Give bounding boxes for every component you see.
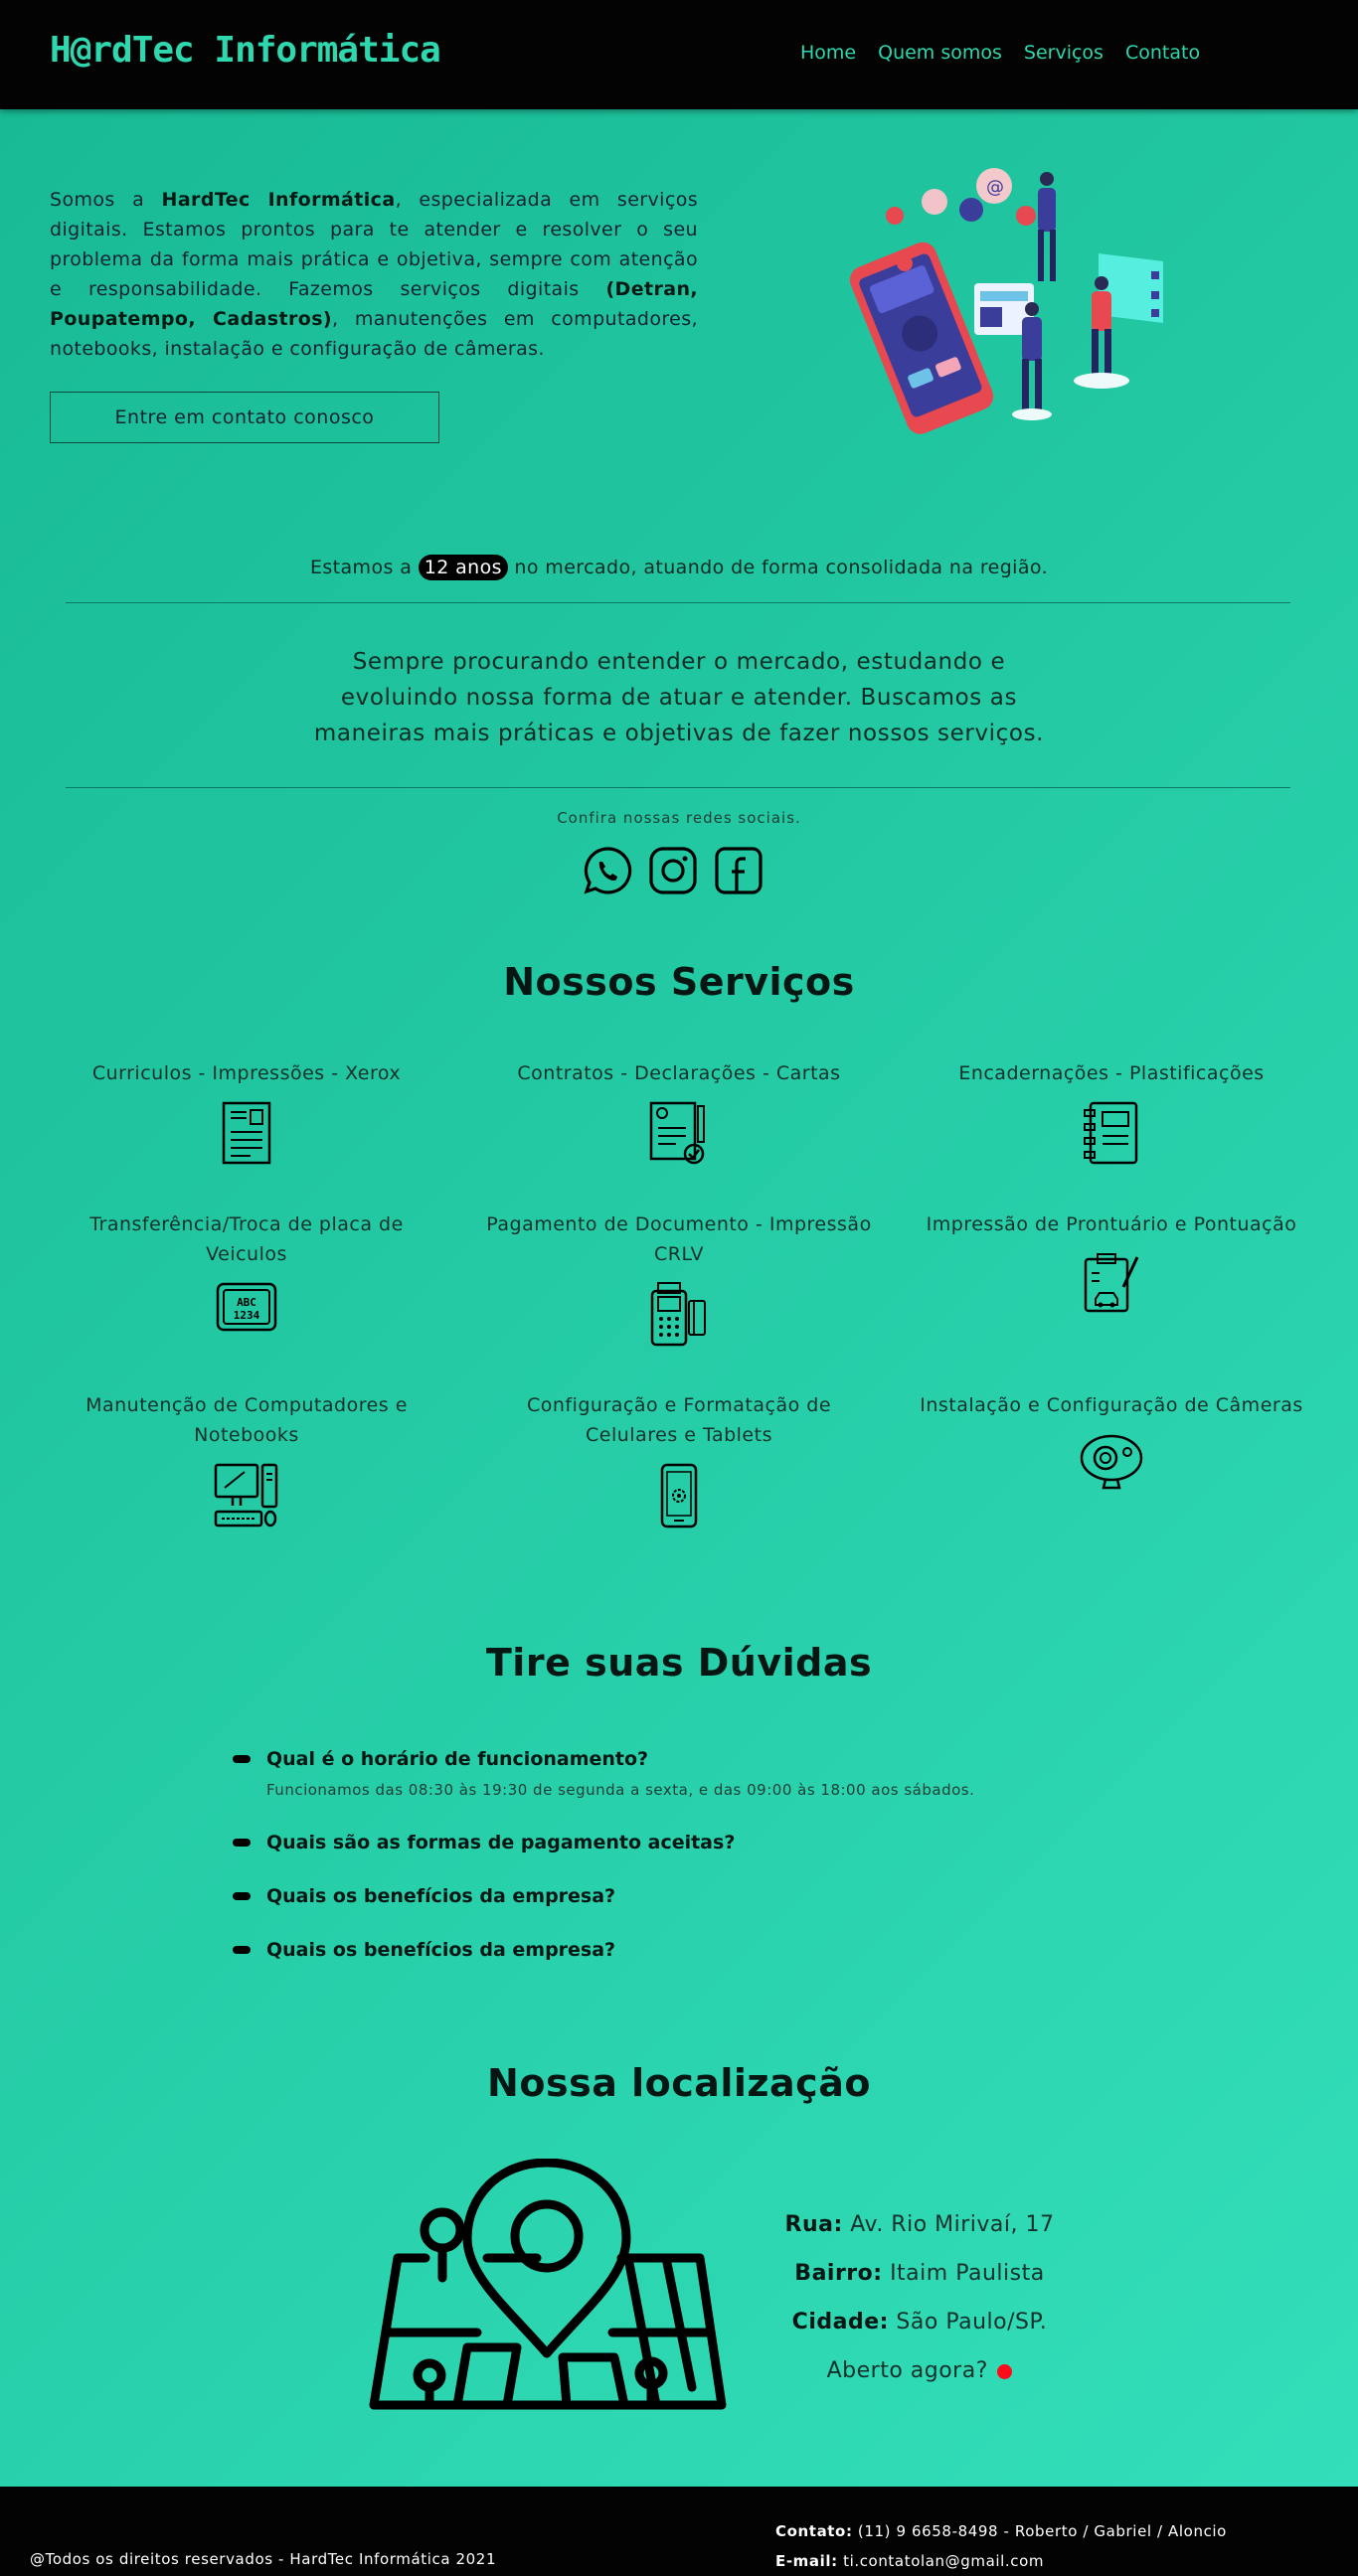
expand-icon	[233, 1839, 251, 1847]
license-plate-icon: ABC 1234	[216, 1282, 277, 1332]
faq-item[interactable]: Qual é o horário de funcionamento?	[233, 1748, 648, 1770]
service-label: Pagamento de Documento - Impressão CRLV	[486, 1213, 872, 1265]
street-label: Rua:	[784, 2212, 843, 2237]
service-label: Manutenção de Computadores e Notebooks	[85, 1394, 408, 1446]
service-item: Encadernações - Plastificações	[913, 1058, 1310, 1166]
notebook-icon	[1084, 1101, 1138, 1165]
city-value: São Paulo/SP.	[888, 2310, 1048, 2334]
service-label: Impressão de Prontuário e Pontuação	[926, 1213, 1297, 1235]
contract-icon	[649, 1101, 705, 1165]
intro-brand: HardTec Informática	[161, 189, 396, 211]
address-district: Bairro: Itaim Paulista	[756, 2261, 1084, 2286]
service-label: Encadernações - Plastificações	[958, 1062, 1265, 1084]
svg-text:ABC: ABC	[237, 1296, 256, 1309]
service-label: Configuração e Formatação de Celulares e…	[526, 1394, 832, 1446]
computer-icon	[214, 1463, 278, 1528]
service-item: Contratos - Declarações - Cartas	[480, 1058, 878, 1166]
location-title: Nossa localização	[487, 2061, 871, 2105]
divider	[66, 602, 1290, 603]
open-status-text: Aberto agora?	[826, 2358, 988, 2383]
mission-statement: Sempre procurando entender o mercado, es…	[313, 649, 1045, 746]
service-item: Impressão de Prontuário e Pontuação	[913, 1209, 1310, 1313]
faq-question: Qual é o horário de funcionamento?	[266, 1748, 649, 1770]
open-status-indicator	[997, 2363, 1013, 2379]
faq-answer: Funcionamos das 08:30 às 19:30 de segund…	[266, 1781, 975, 1799]
faq-question: Quais os benefícios da empresa?	[266, 1885, 616, 1907]
social-label: Confira nossas redes sociais.	[557, 809, 801, 827]
faq-question: Quais são as formas de pagamento aceitas…	[266, 1832, 736, 1853]
svg-text:1234: 1234	[234, 1309, 260, 1322]
expand-icon	[233, 1892, 251, 1900]
phone-value: (11) 9 6658-8498 - Roberto / Gabriel / A…	[852, 2522, 1227, 2540]
service-item: Configuração e Formatação de Celulares e…	[480, 1390, 878, 1530]
open-status: Aberto agora?	[756, 2358, 1084, 2383]
nav-link-home[interactable]: Home	[800, 42, 856, 64]
street-value: Av. Rio Mirivaí, 17	[842, 2212, 1055, 2237]
email-label: E-mail:	[775, 2552, 838, 2570]
divider	[66, 787, 1290, 788]
service-item: Transferência/Troca de placa de Veiculos…	[48, 1209, 445, 1333]
nav-link-servicos[interactable]: Serviços	[1024, 42, 1103, 64]
intro-text-1: Somos a	[50, 189, 162, 211]
footer-contact: Contato: (11) 9 6658-8498 - Roberto / Ga…	[775, 2516, 1227, 2576]
facebook-icon[interactable]	[713, 845, 764, 896]
service-item: Manutenção de Computadores e Notebooks	[48, 1390, 445, 1530]
footer-copyright: @Todos os direitos reservados - HardTec …	[30, 2550, 497, 2568]
years-in-market: Estamos a 12 anos no mercado, atuando de…	[0, 555, 1358, 580]
top-navbar: H@rdTec Informática Home Quem somos Serv…	[0, 0, 1358, 109]
svg-text:@: @	[986, 177, 1004, 198]
city-label: Cidade:	[791, 2310, 889, 2334]
faq-item[interactable]: Quais os benefícios da empresa?	[233, 1885, 615, 1907]
map-pin-icon	[369, 2159, 727, 2410]
main-nav: Home Quem somos Serviços Contato	[800, 42, 1200, 64]
service-label: Instalação e Configuração de Câmeras	[920, 1394, 1303, 1416]
webcam-icon	[1080, 1434, 1143, 1490]
footer-phone: Contato: (11) 9 6658-8498 - Roberto / Ga…	[775, 2516, 1227, 2546]
service-item: Curriculos - Impressões - Xerox	[48, 1058, 445, 1166]
faq-question: Quais os benefícios da empresa?	[266, 1939, 616, 1961]
faq-title: Tire suas Dúvidas	[485, 1641, 873, 1685]
address-city: Cidade: São Paulo/SP.	[756, 2310, 1084, 2334]
years-badge: 12 anos	[418, 555, 508, 580]
district-label: Bairro:	[794, 2261, 883, 2286]
services-title: Nossos Serviços	[503, 960, 855, 1004]
address-street: Rua: Av. Rio Mirivaí, 17	[756, 2212, 1084, 2237]
years-text-before: Estamos a	[309, 557, 419, 578]
card-machine-icon	[650, 1282, 706, 1347]
email-value[interactable]: ti.contatolan@gmail.com	[838, 2552, 1044, 2570]
instagram-icon[interactable]	[647, 845, 699, 896]
service-item: Pagamento de Documento - Impressão CRLV	[480, 1209, 878, 1347]
faq-item[interactable]: Quais são as formas de pagamento aceitas…	[233, 1832, 735, 1853]
service-label: Curriculos - Impressões - Xerox	[91, 1062, 402, 1084]
footer-email: E-mail: ti.contatolan@gmail.com	[775, 2546, 1227, 2576]
footer: @Todos os direitos reservados - HardTec …	[0, 2487, 1358, 2576]
site-logo[interactable]: H@rdTec Informática	[50, 30, 441, 71]
years-text-after: no mercado, atuando de forma consolidada…	[507, 557, 1049, 578]
service-label: Transferência/Troca de placa de Veiculos	[89, 1213, 404, 1265]
digital-services-illustration: @	[849, 168, 1163, 434]
phone-label: Contato:	[775, 2522, 853, 2540]
smartphone-settings-icon	[660, 1463, 698, 1529]
service-label: Contratos - Declarações - Cartas	[517, 1062, 841, 1084]
service-item: Instalação e Configuração de Câmeras	[913, 1390, 1310, 1492]
resume-icon	[222, 1101, 271, 1165]
contact-us-button[interactable]: Entre em contato conosco	[50, 392, 439, 443]
expand-icon	[233, 1946, 251, 1954]
nav-link-contato[interactable]: Contato	[1125, 42, 1200, 64]
collapse-icon	[233, 1755, 251, 1763]
nav-link-quem-somos[interactable]: Quem somos	[878, 42, 1002, 64]
faq-item[interactable]: Quais os benefícios da empresa?	[233, 1939, 615, 1961]
whatsapp-icon[interactable]	[582, 845, 633, 896]
district-value: Itaim Paulista	[882, 2261, 1045, 2286]
intro-paragraph: Somos a HardTec Informática, especializa…	[50, 185, 698, 364]
clipboard-car-icon	[1084, 1253, 1139, 1313]
